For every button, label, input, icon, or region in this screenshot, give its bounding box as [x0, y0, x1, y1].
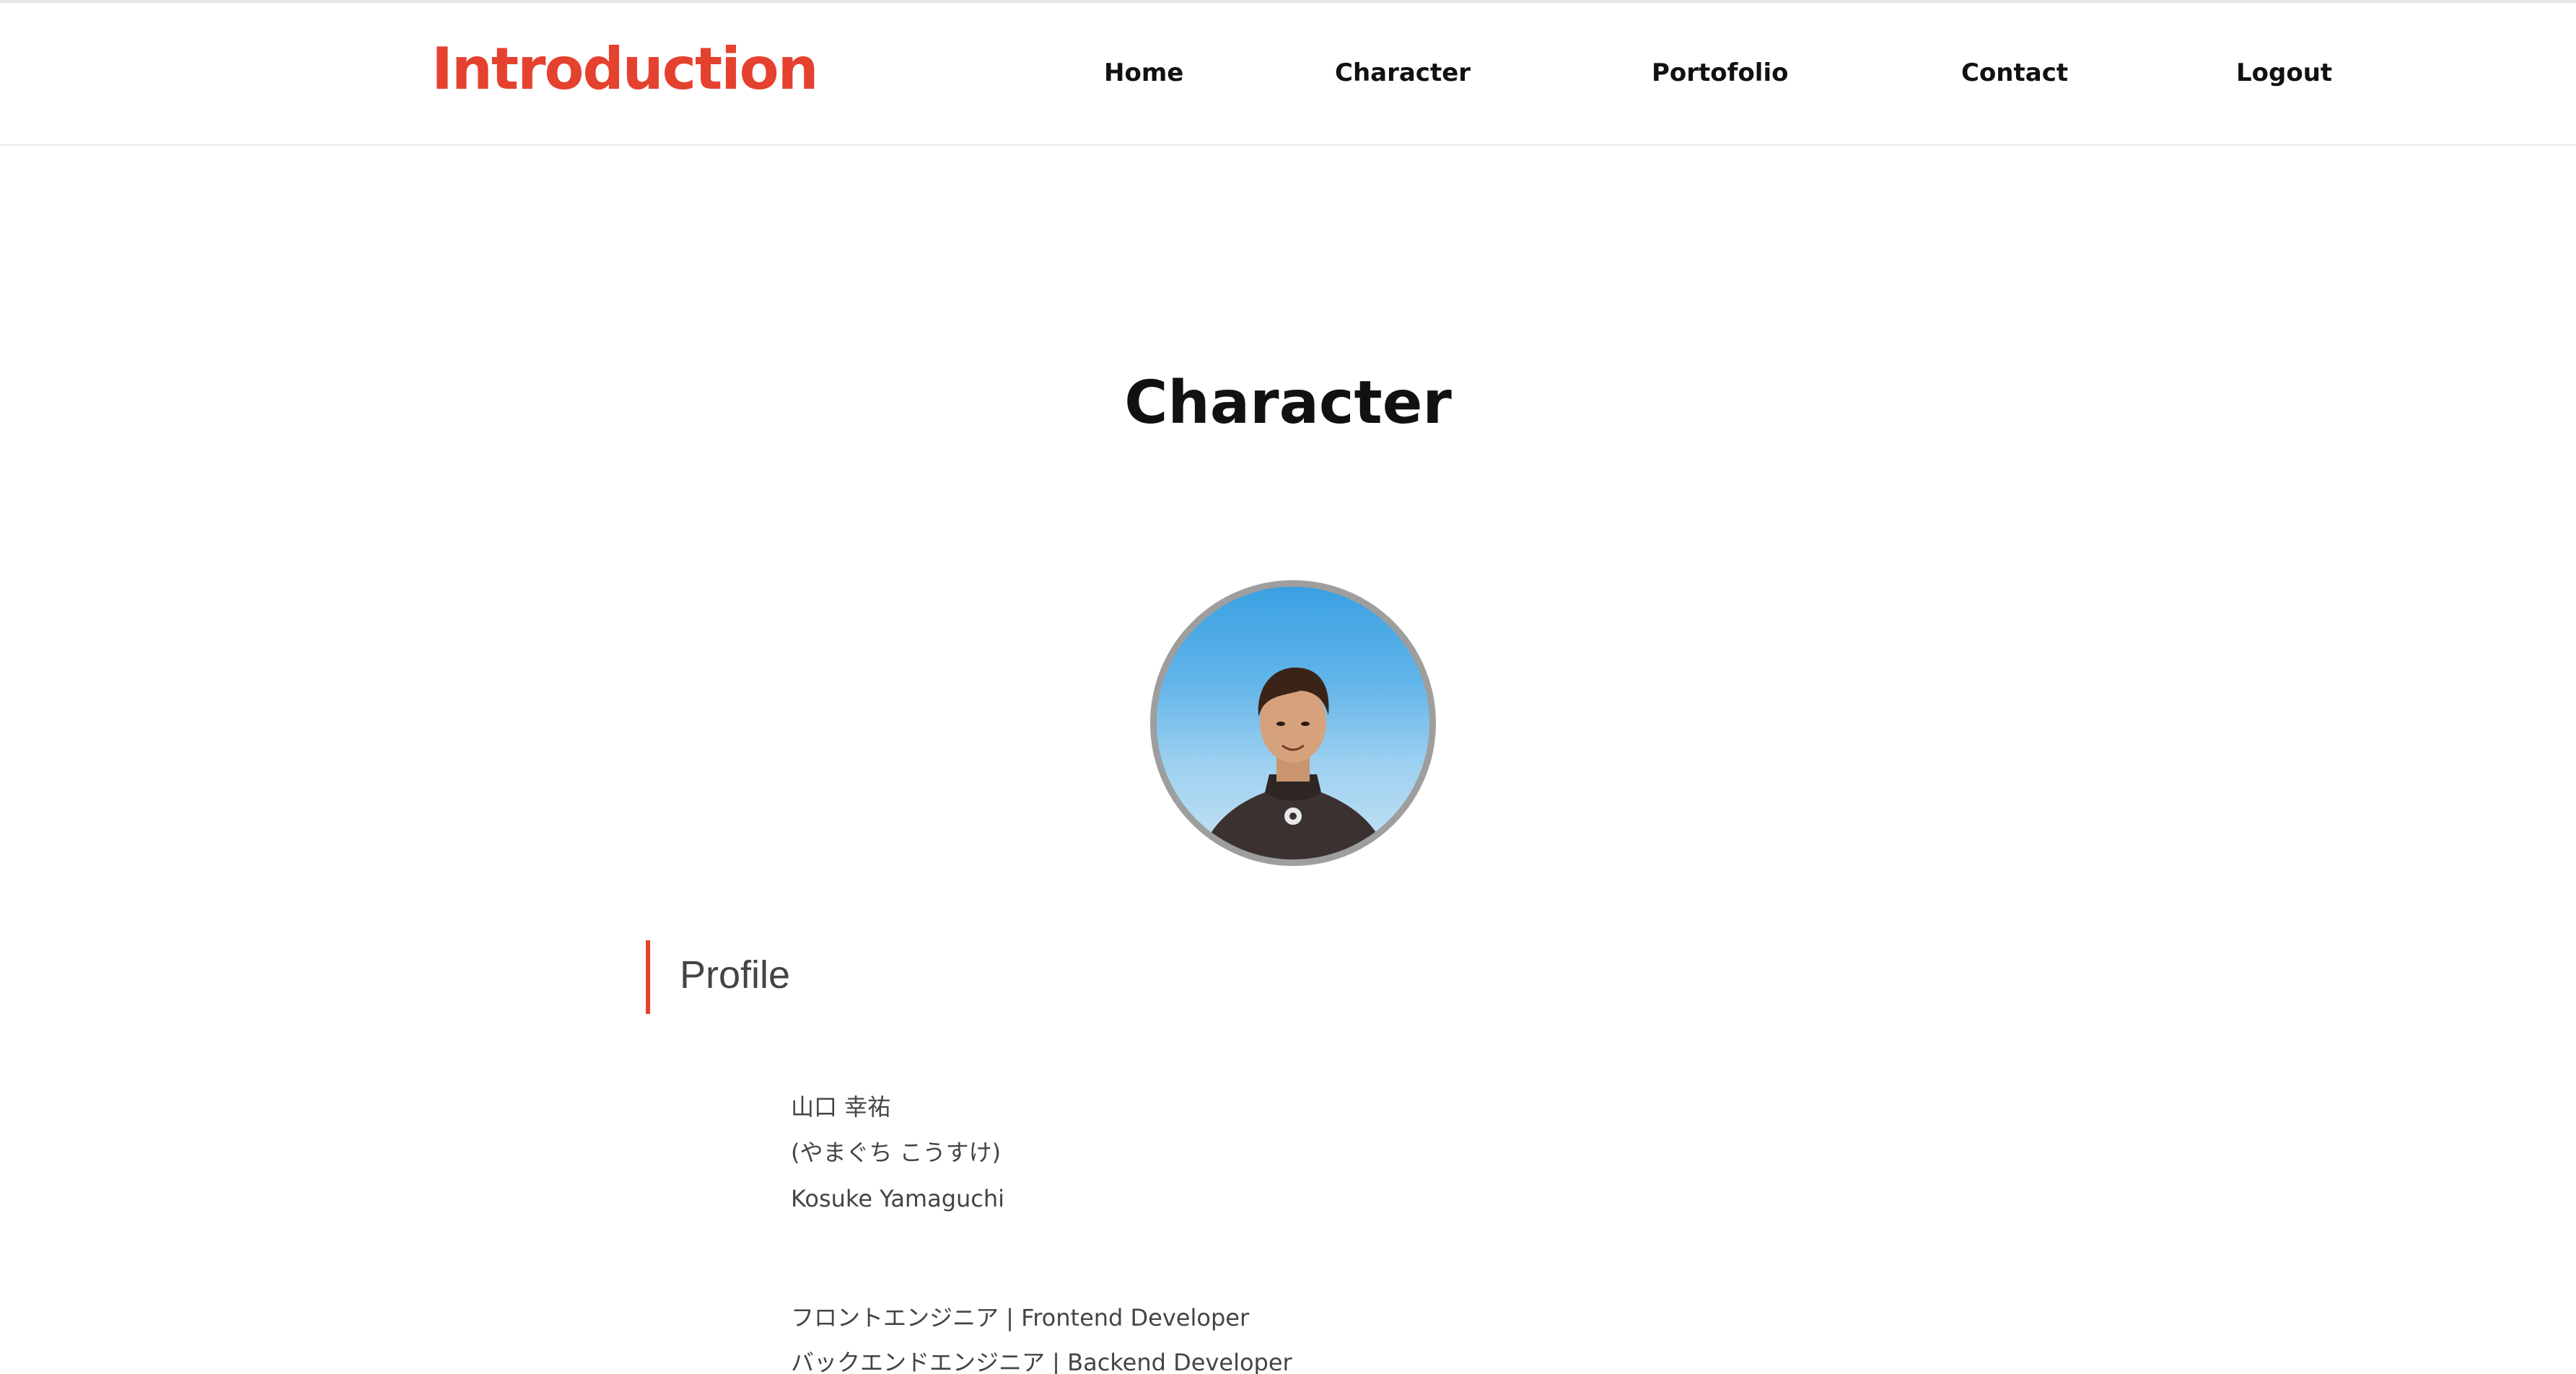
nav-portfolio[interactable]: Portofolio	[1652, 61, 1788, 85]
nav-character[interactable]: Character	[1335, 61, 1471, 85]
profile-role-frontend: フロントエンジニア | Frontend Developer	[791, 1304, 1250, 1331]
profile-name-kanji: 山口 幸祐	[791, 1093, 891, 1121]
site-header: Introduction Home Character Portofolio C…	[0, 3, 2576, 146]
profile-role-backend: バックエンドエンジニア | Backend Developer	[791, 1349, 1292, 1374]
nav-contact[interactable]: Contact	[1961, 61, 2068, 85]
nav-home[interactable]: Home	[1104, 61, 1183, 85]
profile-photo-icon	[1200, 668, 1388, 859]
section-accent-bar	[646, 940, 650, 1014]
profile-name-english: Kosuke Yamaguchi	[791, 1185, 1005, 1212]
avatar	[1150, 580, 1436, 866]
section-title-profile: Profile	[680, 953, 791, 997]
profile-name-kana: (やまぐち こうすけ)	[791, 1139, 1002, 1166]
nav-logout[interactable]: Logout	[2236, 61, 2332, 85]
page-title: Character	[1124, 369, 1452, 437]
site-logo[interactable]: Introduction	[431, 40, 819, 98]
